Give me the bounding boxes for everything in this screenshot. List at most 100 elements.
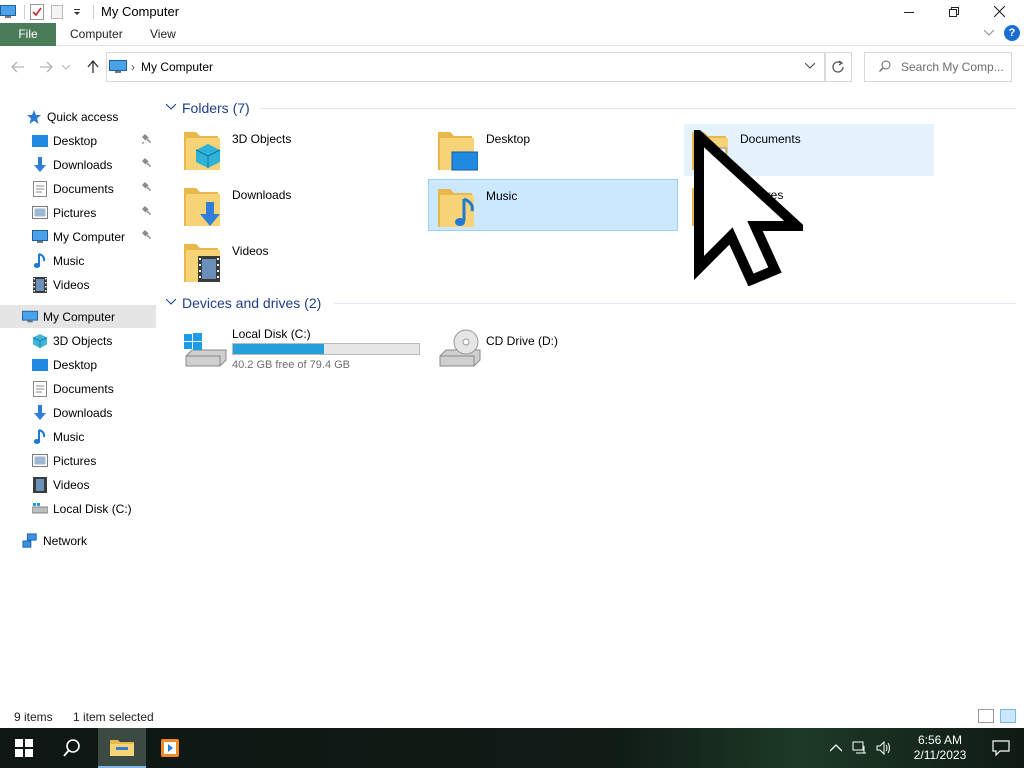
address-bar[interactable]: › My Computer — [106, 52, 826, 82]
properties-icon[interactable] — [29, 4, 45, 20]
computer-icon[interactable] — [0, 4, 16, 20]
search-taskbar-button[interactable] — [48, 728, 96, 768]
sidebar-item-label: Videos — [53, 477, 90, 492]
title-bar: My Computer — [0, 0, 1024, 23]
pin-icon[interactable] — [142, 158, 152, 171]
back-button[interactable] — [8, 57, 28, 77]
pin-icon[interactable] — [141, 134, 152, 147]
sidebar-item-label: Local Disk (C:) — [53, 501, 132, 516]
breadcrumb-chevron-icon[interactable]: › — [131, 60, 135, 74]
customize-toolbar-dropdown-icon[interactable] — [69, 4, 85, 20]
sidebar-item-music[interactable]: Music — [0, 425, 156, 448]
media-player-taskbar-button[interactable] — [146, 728, 194, 768]
forward-button[interactable] — [36, 57, 56, 77]
sidebar-item-local-disk[interactable]: Local Disk (C:) — [0, 497, 156, 520]
desktop-icon — [32, 357, 48, 373]
search-icon — [879, 60, 891, 75]
restore-button[interactable] — [931, 0, 977, 23]
music-icon — [32, 428, 48, 445]
quick-access-toolbar — [0, 3, 98, 21]
folder-tile-music[interactable]: Music — [428, 179, 678, 231]
sidebar-item-desktop[interactable]: Desktop — [0, 129, 156, 152]
sidebar-item-downloads[interactable]: Downloads — [0, 153, 156, 176]
sidebar-item-label: Videos — [53, 277, 90, 292]
drive-tile-cd-drive[interactable]: CD Drive (D:) — [430, 322, 680, 374]
sidebar-item-quick-access[interactable]: Quick access — [0, 105, 156, 128]
sidebar-item-music[interactable]: Music — [0, 249, 156, 272]
pin-icon[interactable] — [142, 206, 152, 219]
sidebar-item-3d-objects[interactable]: 3D Objects — [0, 329, 156, 352]
tab-computer[interactable]: Computer — [56, 23, 137, 46]
chevron-up-icon[interactable] — [828, 740, 844, 756]
up-button[interactable] — [83, 57, 103, 77]
tab-file[interactable]: File — [0, 23, 56, 46]
details-view-icon[interactable] — [978, 709, 994, 723]
sidebar-item-desktop[interactable]: Desktop — [0, 353, 156, 376]
clock[interactable]: 6:56 AM 2/11/2023 — [908, 733, 972, 763]
sidebar-item-label: Desktop — [53, 357, 98, 372]
downloads-icon — [32, 156, 48, 173]
sidebar-item-label: My Computer — [43, 309, 116, 324]
address-dropdown-icon[interactable] — [804, 61, 816, 72]
view-toggle — [978, 709, 1016, 723]
sidebar-item-my-computer-pinned[interactable]: My Computer — [0, 225, 156, 248]
start-button[interactable] — [0, 728, 48, 768]
folder-tile-downloads[interactable]: Downloads — [176, 180, 426, 232]
taskbar: 6:56 AM 2/11/2023 — [0, 728, 1024, 768]
folder-tile-desktop[interactable]: Desktop — [430, 124, 680, 176]
network-tray-icon[interactable] — [852, 740, 868, 756]
help-icon[interactable]: ? — [1004, 25, 1020, 41]
pictures-icon — [32, 205, 48, 221]
drive-tile-local-disk[interactable]: Local Disk (C:) 40.2 GB free of 79.4 GB — [176, 322, 426, 374]
folder-tile-documents[interactable]: Documents — [684, 124, 934, 176]
folder-tile-3d-objects[interactable]: 3D Objects — [176, 124, 426, 176]
sidebar-item-videos[interactable]: Videos — [0, 273, 156, 296]
drive-icon — [182, 326, 228, 372]
sidebar-item-my-computer[interactable]: My Computer — [0, 305, 156, 328]
content-pane: Folders (7) 3D Objects Desktop Documents… — [160, 96, 1020, 706]
folder-tile-pictures[interactable]: Pictures — [684, 180, 934, 232]
sidebar-item-label: Music — [53, 253, 85, 268]
expand-ribbon-icon[interactable] — [983, 28, 995, 39]
item-count: 9 items — [14, 710, 53, 724]
recent-locations-chevron-icon[interactable] — [60, 57, 72, 77]
refresh-button[interactable] — [824, 52, 852, 82]
folder-name: Downloads — [232, 188, 292, 202]
folder-name: Videos — [232, 244, 269, 258]
devices-group-header[interactable]: Devices and drives (2) — [165, 292, 321, 314]
group-divider — [334, 303, 1016, 304]
volume-icon[interactable] — [876, 740, 892, 756]
folder-name: 3D Objects — [232, 132, 292, 146]
sidebar-item-network[interactable]: Network — [0, 529, 156, 552]
desktop-icon — [32, 133, 48, 149]
sidebar-item-pictures[interactable]: Pictures — [0, 201, 156, 224]
search-box[interactable] — [864, 52, 1012, 82]
new-folder-icon[interactable] — [49, 4, 65, 20]
sidebar-item-pictures[interactable]: Pictures — [0, 449, 156, 472]
pictures-icon — [32, 453, 48, 469]
pin-icon[interactable] — [142, 182, 152, 195]
minimize-button[interactable] — [886, 0, 932, 23]
breadcrumb[interactable]: My Computer — [141, 60, 213, 74]
tiles-view-icon[interactable] — [1000, 709, 1016, 723]
pin-icon[interactable] — [142, 230, 152, 243]
close-button[interactable] — [976, 0, 1022, 23]
sidebar-item-videos[interactable]: Videos — [0, 473, 156, 496]
search-input[interactable] — [901, 60, 1009, 74]
window-title: My Computer — [101, 4, 180, 19]
network-icon — [22, 532, 38, 549]
sidebar-item-documents[interactable]: Documents — [0, 377, 156, 400]
sidebar-item-label: Pictures — [53, 453, 97, 468]
sidebar-item-label: Pictures — [53, 205, 97, 220]
sidebar-item-downloads[interactable]: Downloads — [0, 401, 156, 424]
system-tray: 6:56 AM 2/11/2023 — [824, 728, 978, 768]
folder-tile-videos[interactable]: Videos — [176, 236, 426, 288]
sidebar-item-documents[interactable]: Documents — [0, 177, 156, 200]
tab-view[interactable]: View — [136, 23, 190, 46]
folders-group-header[interactable]: Folders (7) — [165, 97, 250, 119]
drive-icon — [32, 501, 48, 517]
notification-icon[interactable] — [992, 740, 1010, 757]
file-explorer-taskbar-button[interactable] — [98, 728, 146, 768]
computer-icon — [32, 229, 48, 245]
folder-name: Pictures — [740, 188, 784, 202]
